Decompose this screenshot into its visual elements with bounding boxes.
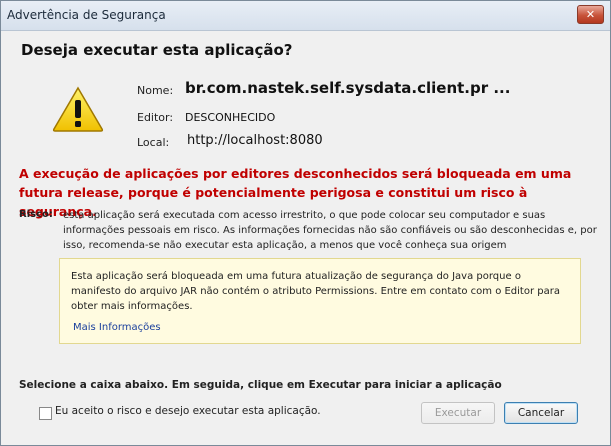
more-info-link[interactable]: Mais Informações <box>73 322 161 333</box>
cancel-button[interactable]: Cancelar <box>504 402 578 424</box>
editor-label: Editor: <box>137 111 174 124</box>
name-value: br.com.nastek.self.sysdata.client.pr ... <box>185 79 511 97</box>
warning-triangle-icon <box>52 86 104 132</box>
local-label: Local: <box>137 136 170 149</box>
security-warning-dialog: Advertência de Segurança ✕ Deseja execut… <box>0 0 611 446</box>
note-text: Esta aplicação será bloqueada em uma fut… <box>71 271 560 312</box>
instruction-text: Selecione a caixa abaixo. Em seguida, cl… <box>19 379 502 391</box>
accept-risk-label[interactable]: Eu aceito o risco e desejo executar esta… <box>55 405 321 417</box>
accept-risk-checkbox[interactable] <box>39 407 52 420</box>
risk-label: Risco: <box>19 209 53 220</box>
editor-value: DESCONHECIDO <box>185 111 276 124</box>
title-bar[interactable]: Advertência de Segurança ✕ <box>1 1 610 31</box>
local-value: http://localhost:8080 <box>187 133 323 148</box>
info-note-box: Esta aplicação será bloqueada em uma fut… <box>59 258 581 344</box>
close-button[interactable]: ✕ <box>577 5 604 24</box>
run-button[interactable]: Executar <box>421 402 495 424</box>
name-label: Nome: <box>137 84 174 97</box>
window-title: Advertência de Segurança <box>7 8 166 22</box>
dialog-heading: Deseja executar esta aplicação? <box>21 41 293 59</box>
risk-text: esta aplicação será executada com acesso… <box>63 210 597 251</box>
